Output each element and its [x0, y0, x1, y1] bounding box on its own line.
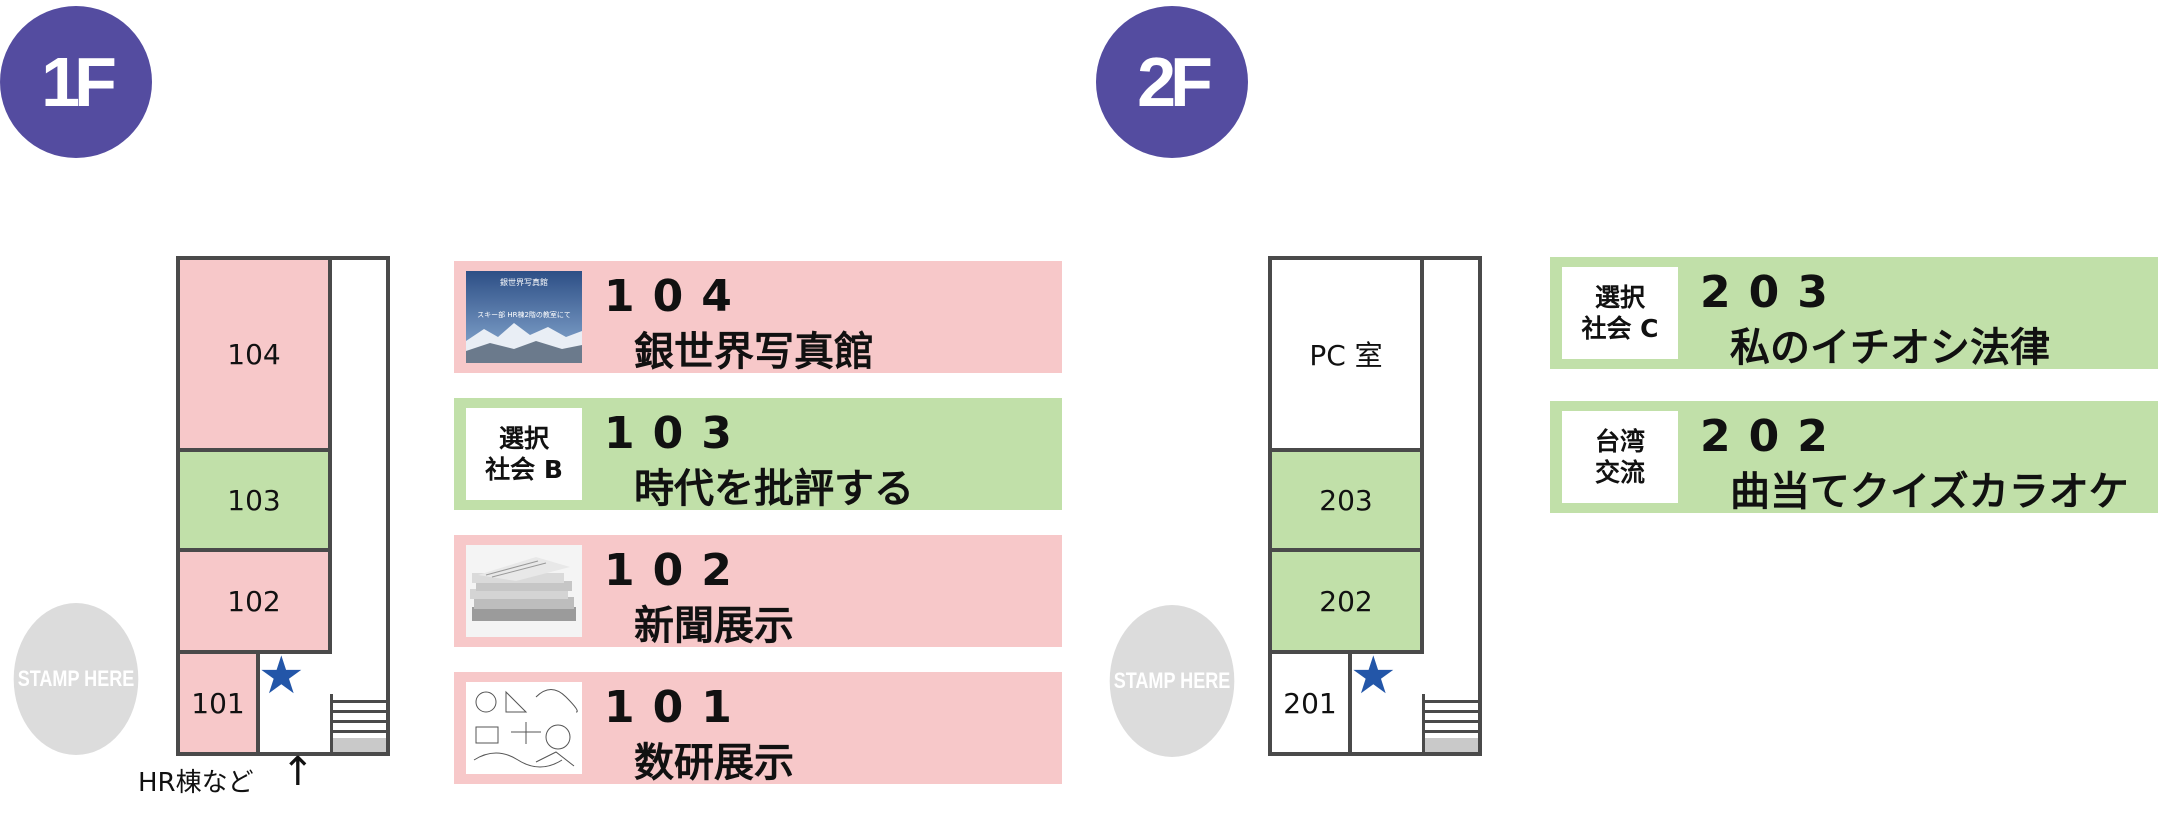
exhibit-title: 私のイチオシ法律: [1730, 325, 2050, 371]
floor-2-stamp-area[interactable]: STAMP HERE: [1109, 605, 1235, 757]
map-room-label: 103: [227, 483, 281, 517]
map-room-101[interactable]: 101: [176, 650, 260, 756]
map-room-203[interactable]: 203: [1268, 448, 1424, 552]
map-room-102[interactable]: 102: [176, 548, 332, 654]
exhibit-thumbnail-newspapers: [466, 545, 582, 637]
exhibit-card-101[interactable]: 101 数研展示: [454, 672, 1062, 786]
exhibit-card-202[interactable]: 台湾 交流 202 曲当てクイズカラオケ: [1550, 401, 2158, 515]
map-room-label: PC 室: [1309, 339, 1383, 372]
exhibit-room-number: 103: [604, 408, 750, 459]
exhibit-title: 新聞展示: [634, 603, 794, 649]
exhibit-room-number: 203: [1700, 267, 1846, 318]
stairs-icon: [1422, 694, 1478, 752]
floor-2-badge: 2F: [1096, 6, 1248, 158]
exhibit-title: 銀世界写真館: [634, 329, 874, 375]
floor-1-stamp-area[interactable]: STAMP HERE: [13, 603, 139, 755]
star-icon: ★: [258, 646, 305, 706]
exhibit-card-203[interactable]: 選択 社会 C 203 私のイチオシ法律: [1550, 257, 2158, 371]
map-room-label: 104: [227, 337, 281, 371]
map-room-103[interactable]: 103: [176, 448, 332, 552]
tag-line: 社会 C: [1581, 314, 1659, 343]
exhibit-card-104[interactable]: 銀世界写真館 スキー部 HR棟2階の教室にて 104 銀世界写真館: [454, 261, 1062, 375]
exhibit-title: 数研展示: [634, 740, 794, 786]
exhibit-thumbnail-math-doodles: [466, 682, 582, 774]
thumbnail-caption: 銀世界写真館: [500, 277, 548, 287]
exhibit-card-103[interactable]: 選択 社会 B 103 時代を批評する: [454, 398, 1062, 512]
map-room-label: 201: [1283, 686, 1337, 720]
tag-line: 社会 B: [485, 455, 563, 484]
exhibit-card-102[interactable]: 102 新聞展示: [454, 535, 1062, 649]
exhibit-category-tag: 台湾 交流: [1562, 411, 1678, 503]
entrance-label: HR棟など: [138, 768, 254, 798]
exhibit-title: 曲当てクイズカラオケ: [1730, 469, 2129, 515]
star-icon: ★: [1350, 646, 1397, 706]
tag-line: 台湾: [1594, 426, 1645, 456]
map-room-label: 101: [191, 686, 245, 720]
exhibit-room-number: 202: [1700, 411, 1846, 462]
exhibit-room-number: 104: [604, 271, 750, 322]
map-room-label: 202: [1319, 584, 1373, 618]
tag-line: 選択: [498, 423, 549, 453]
map-room-pc[interactable]: PC 室: [1268, 256, 1424, 452]
exhibit-title: 時代を批評する: [634, 466, 914, 512]
map-room-202[interactable]: 202: [1268, 548, 1424, 654]
tag-line: 交流: [1594, 458, 1645, 487]
map-room-104[interactable]: 104: [176, 256, 332, 452]
exhibit-room-number: 102: [604, 545, 750, 596]
map-room-label: 102: [227, 584, 281, 618]
map-room-201[interactable]: 201: [1268, 650, 1352, 756]
exhibit-category-tag: 選択 社会 B: [466, 408, 582, 500]
exhibit-room-number: 101: [604, 682, 750, 733]
arrow-up-icon: ↑: [281, 749, 315, 795]
exhibit-thumbnail-snow-photo: 銀世界写真館 スキー部 HR棟2階の教室にて: [466, 271, 582, 363]
exhibit-category-tag: 選択 社会 C: [1562, 267, 1678, 359]
floor-1-badge: 1F: [0, 6, 152, 158]
stairs-icon: [330, 694, 386, 752]
map-room-label: 203: [1319, 483, 1373, 517]
thumbnail-caption: スキー部 HR棟2階の教室にて: [477, 310, 571, 319]
tag-line: 選択: [1594, 282, 1645, 312]
